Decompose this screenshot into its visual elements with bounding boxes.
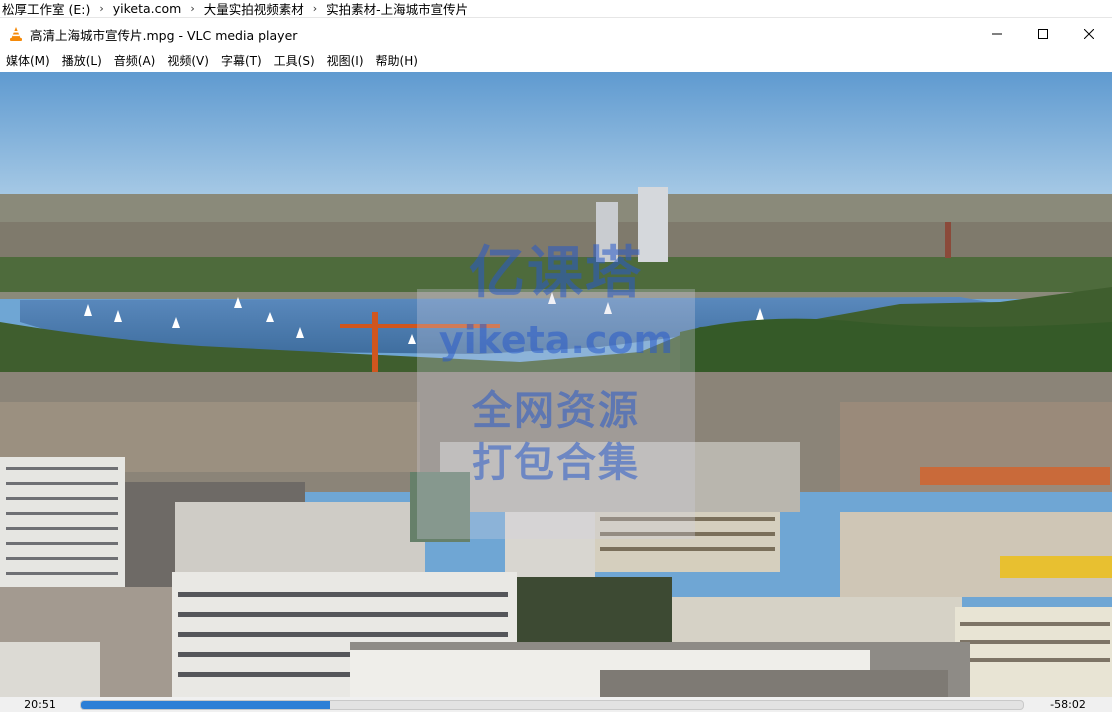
remaining-time[interactable]: -58:02	[1024, 698, 1112, 711]
maximize-icon	[1038, 29, 1048, 39]
menu-media[interactable]: 媒体(M)	[2, 52, 58, 69]
menu-subtitle[interactable]: 字幕(T)	[217, 52, 270, 69]
breadcrumb-folder-site[interactable]: yiketa.com	[113, 1, 188, 16]
elapsed-time: 20:51	[24, 698, 56, 711]
menu-bar: 媒体(M) 播放(L) 音频(A) 视频(V) 字幕(T) 工具(S) 视图(I…	[0, 49, 1112, 71]
seek-progress-fill	[81, 700, 330, 709]
watermark-slogan-1: 全网资源	[472, 388, 640, 434]
window-title: 高清上海城市宣传片.mpg - VLC media player	[30, 27, 298, 43]
close-icon	[1084, 29, 1094, 39]
title-bar[interactable]: 高清上海城市宣传片.mpg - VLC media player	[0, 19, 1112, 49]
menu-help[interactable]: 帮助(H)	[372, 52, 426, 69]
breadcrumb-separator: ›	[312, 2, 318, 15]
menu-video[interactable]: 视频(V)	[163, 52, 217, 69]
breadcrumb-folder-current[interactable]: 实拍素材-上海城市宣传片	[326, 0, 474, 17]
window-controls	[974, 19, 1112, 49]
watermark-url-text: yiketa.com	[438, 318, 674, 362]
watermark-slogan-2: 打包合集	[472, 440, 640, 486]
seek-slider[interactable]	[80, 699, 1024, 710]
menu-playback[interactable]: 播放(L)	[58, 52, 110, 69]
explorer-breadcrumb: 松厚工作室 (E:) › yiketa.com › 大量实拍视频素材 › 实拍素…	[0, 0, 1112, 18]
watermark-logo-text: 亿课塔	[469, 241, 643, 306]
menu-audio[interactable]: 音频(A)	[110, 52, 164, 69]
seek-bar-panel: 20:51 -58:02	[0, 697, 1112, 712]
vlc-cone-icon	[10, 27, 22, 41]
menu-tools[interactable]: 工具(S)	[270, 52, 323, 69]
maximize-button[interactable]	[1020, 19, 1066, 49]
minimize-icon	[992, 33, 1002, 35]
breadcrumb-separator: ›	[99, 2, 104, 15]
close-button[interactable]	[1066, 19, 1112, 49]
breadcrumb-separator: ›	[190, 2, 195, 15]
menu-view[interactable]: 视图(I)	[323, 52, 372, 69]
minimize-button[interactable]	[974, 19, 1020, 49]
breadcrumb-folder-footage[interactable]: 大量实拍视频素材	[204, 0, 310, 17]
breadcrumb-drive[interactable]: 松厚工作室 (E:)	[2, 0, 96, 17]
